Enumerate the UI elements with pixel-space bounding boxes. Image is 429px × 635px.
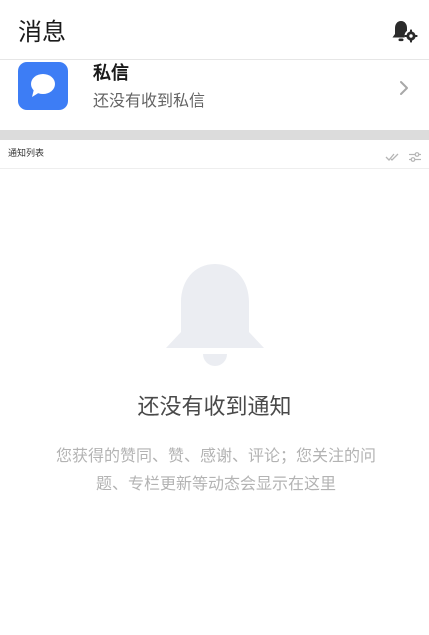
private-message-subtitle: 还没有收到私信 bbox=[93, 91, 206, 110]
chat-bubble-icon bbox=[18, 62, 68, 110]
filter-settings-icon[interactable] bbox=[408, 148, 422, 162]
top-header: 消息 bbox=[0, 0, 429, 65]
private-message-row[interactable]: 私信 还没有收到私信 bbox=[0, 59, 429, 130]
empty-state-title: 还没有收到通知 bbox=[137, 395, 292, 420]
messages-page: 消息 私信 还没有收到私信 通知列表 还没有收到通知 您获得的赞同、赞、感谢、评… bbox=[0, 0, 429, 635]
notification-list-bar: 通知列表 bbox=[0, 140, 429, 169]
empty-state-description: 您获得的赞同、赞、感谢、评论；您关注的问题、专栏更新等动态会显示在这里 bbox=[55, 446, 376, 493]
chevron-right-icon bbox=[397, 79, 411, 97]
mark-all-read-icon[interactable] bbox=[385, 148, 401, 161]
bell-settings-icon[interactable] bbox=[390, 18, 420, 48]
section-divider bbox=[0, 130, 429, 140]
private-message-title: 私信 bbox=[93, 63, 129, 84]
page-title: 消息 bbox=[18, 18, 66, 46]
bell-icon bbox=[164, 262, 266, 372]
notification-list-label: 通知列表 bbox=[8, 149, 45, 159]
